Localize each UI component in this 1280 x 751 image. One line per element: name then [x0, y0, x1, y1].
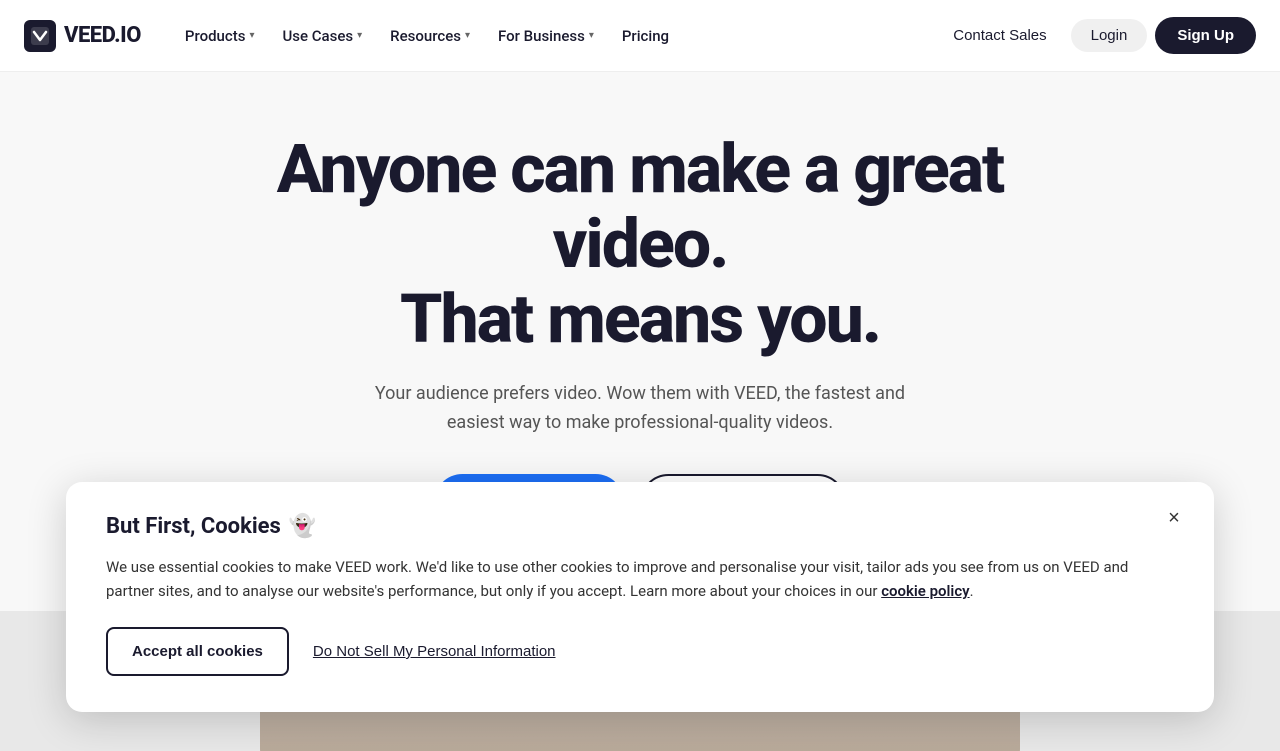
pricing-label: Pricing — [622, 27, 669, 45]
products-label: Products — [185, 27, 246, 45]
nav-for-business[interactable]: For Business ▾ — [486, 19, 606, 53]
accept-cookies-button[interactable]: Accept all cookies — [106, 627, 289, 676]
use-cases-chevron-icon: ▾ — [357, 30, 362, 41]
nav-resources[interactable]: Resources ▾ — [378, 19, 482, 53]
hero-title: Anyone can make a great video. That mean… — [190, 132, 1090, 356]
resources-label: Resources — [390, 27, 461, 45]
cookie-policy-link[interactable]: cookie policy — [881, 582, 969, 600]
cookie-title-text: But First, Cookies — [106, 514, 281, 539]
hero-subtitle: Your audience prefers video. Wow them wi… — [360, 380, 920, 438]
hero-title-line1: Anyone can make a great video. — [277, 129, 1004, 284]
login-button[interactable]: Login — [1071, 19, 1148, 52]
nav-use-cases[interactable]: Use Cases ▾ — [270, 19, 374, 53]
cookie-actions: Accept all cookies Do Not Sell My Person… — [106, 627, 1174, 676]
ghost-icon: 👻 — [289, 514, 316, 539]
nav-products[interactable]: Products ▾ — [173, 19, 267, 53]
for-business-chevron-icon: ▾ — [589, 30, 594, 41]
hero-title-line2: That means you. — [400, 279, 880, 359]
logo-text: VEED.IO — [64, 23, 141, 48]
cookie-modal: × But First, Cookies 👻 We use essential … — [66, 482, 1214, 712]
cookie-body-text: We use essential cookies to make VEED wo… — [106, 555, 1174, 603]
nav-pricing[interactable]: Pricing — [610, 19, 681, 53]
logo-icon — [24, 20, 56, 52]
cookie-title: But First, Cookies 👻 — [106, 514, 1174, 539]
cookie-close-button[interactable]: × — [1158, 502, 1190, 534]
contact-sales-button[interactable]: Contact Sales — [937, 19, 1062, 52]
products-chevron-icon: ▾ — [249, 30, 254, 41]
resources-chevron-icon: ▾ — [465, 30, 470, 41]
logo[interactable]: VEED.IO — [24, 20, 141, 52]
navbar: VEED.IO Products ▾ Use Cases ▾ Resources… — [0, 0, 1280, 72]
signup-button[interactable]: Sign Up — [1155, 17, 1256, 54]
nav-right: Contact Sales Login Sign Up — [937, 17, 1256, 54]
no-sell-button[interactable]: Do Not Sell My Personal Information — [313, 643, 556, 660]
use-cases-label: Use Cases — [282, 27, 353, 45]
for-business-label: For Business — [498, 27, 585, 45]
cookie-body-content: We use essential cookies to make VEED wo… — [106, 558, 1128, 600]
nav-links: Products ▾ Use Cases ▾ Resources ▾ For B… — [173, 19, 937, 53]
